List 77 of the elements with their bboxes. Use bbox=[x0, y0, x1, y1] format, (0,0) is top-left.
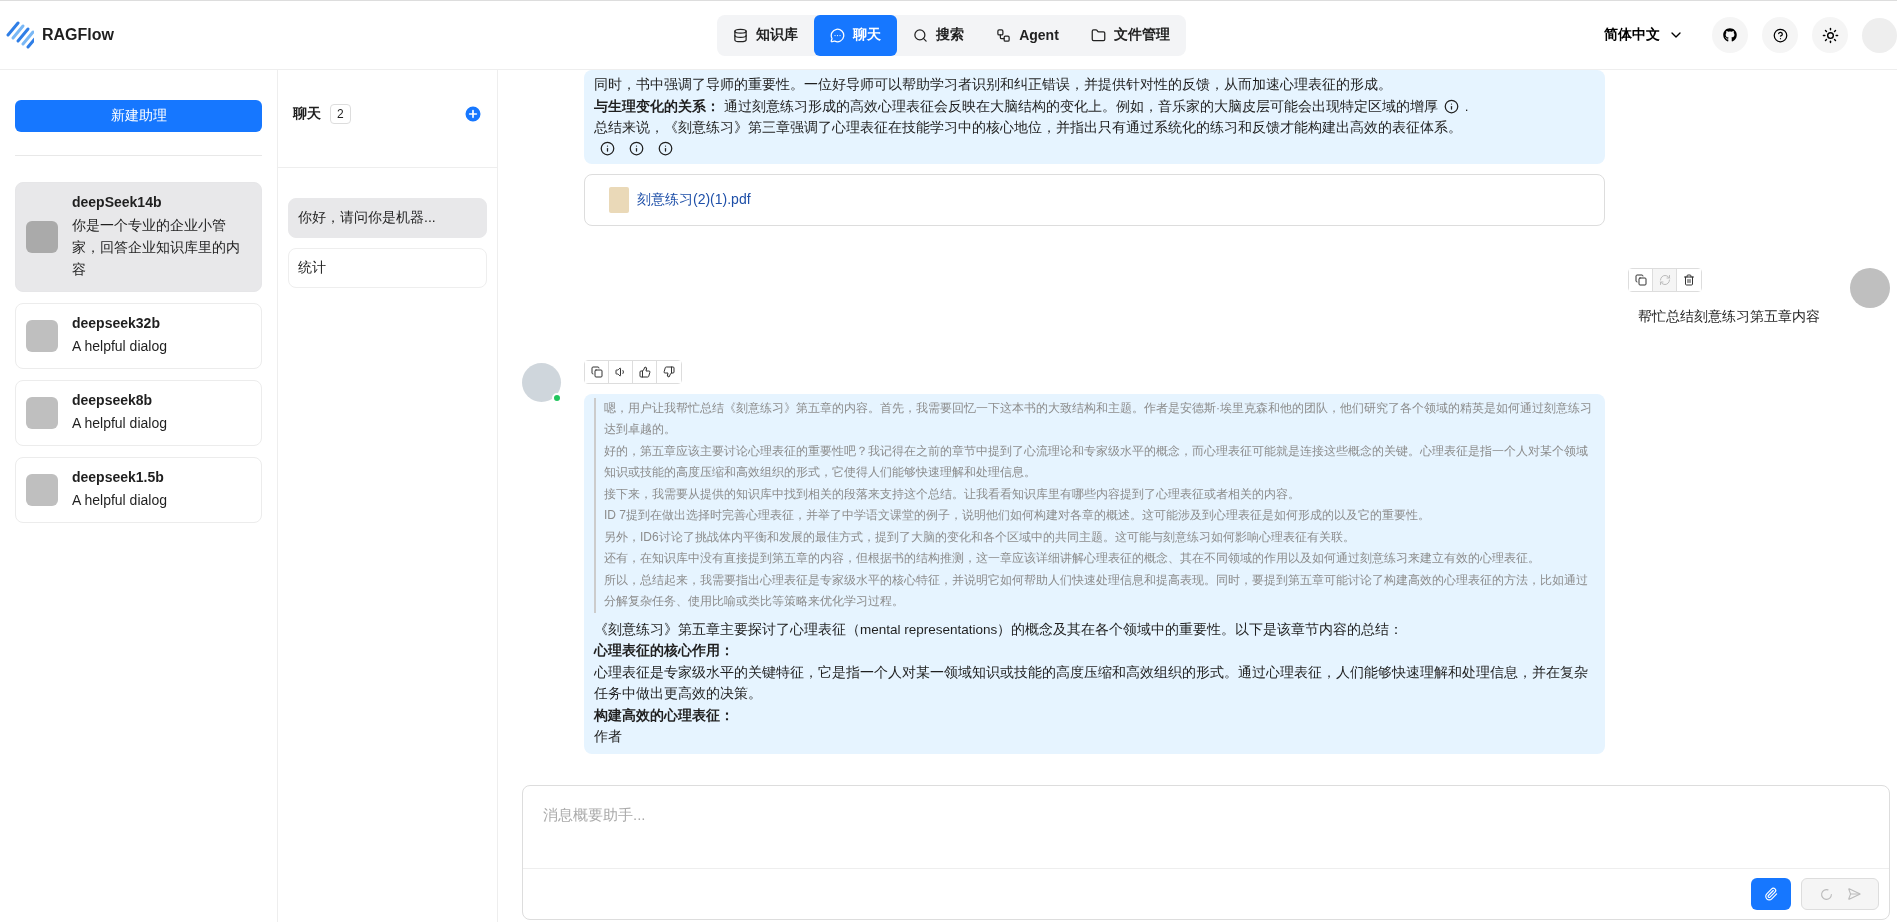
speaker-icon bbox=[614, 365, 627, 378]
app-name: RAGFlow bbox=[42, 26, 114, 44]
copy-icon bbox=[1634, 273, 1647, 286]
message-text: 构建高效的心理表征： bbox=[594, 706, 735, 725]
message-text: 心理表征是专家级水平的关键特征，它是指一个人对某一领域知识或技能的高度压缩和高效组织的形式。通过心理表征，人们能够快速理解和处理信息，并在复杂任务中做出更高效的决策。 bbox=[594, 663, 1589, 703]
theme-button[interactable] bbox=[1812, 17, 1848, 53]
assistant-avatar bbox=[26, 474, 58, 506]
message-text: 总结来说，《刻意练习》第三章强调了心理表征在技能学习中的核心地位，并指出只有通过系统化的练习和反馈才能构建出高效的表征体系。 bbox=[594, 119, 1463, 137]
github-icon bbox=[1723, 28, 1737, 42]
assistant-description: A helpful dialog bbox=[72, 414, 167, 433]
assistant-card[interactable]: deepseek8b A helpful dialog bbox=[15, 380, 262, 446]
assistant-description: 你是一个专业的企业小管家，回答企业知识库里的内容 bbox=[72, 216, 241, 279]
user-avatar bbox=[1850, 267, 1890, 308]
message-text: 与生理变化的关系： 通过刻意练习形成的高效心理表征会反映在大脑结构的变化上。例如，音乐家的大脑皮层可能会出现特定区域的增厚 bbox=[594, 98, 1438, 114]
chat-item[interactable]: 你好，请问你是机器... bbox=[288, 198, 487, 238]
nav-tab[interactable]: 知识库 bbox=[717, 14, 815, 56]
copy-icon bbox=[590, 365, 603, 378]
chats-title: 聊天 bbox=[293, 104, 321, 123]
thinking-text: 还有，在知识库中没有直接提到第五章的内容，但根据书的结构推测，这一章应该详细讲解心理表征的概念、其在不同领域的作用以及如何通过刻意练习来建立有效的心理表征。 bbox=[604, 550, 1541, 567]
thinking-text: 嗯，用户让我帮忙总结《刻意练习》第五章的内容。首先，我需要回忆一下这本书的大致结构和主题。作者是安德斯·埃里克森和他的团队，他们研究了各个领域的精英是如何通过刻意练习达到卓越的。 bbox=[604, 399, 1593, 438]
document-link[interactable]: 刻意练习(2)(1).pdf bbox=[637, 190, 751, 209]
folder-icon bbox=[1090, 27, 1106, 43]
assistant-card[interactable]: deepSeek14b 你是一个专业的企业小管家，回答企业知识库里的内容 bbox=[15, 182, 262, 292]
language-select[interactable]: 简体中文 bbox=[1598, 25, 1690, 45]
assistant-name: deepseek32b bbox=[72, 315, 161, 331]
assistant-avatar bbox=[26, 397, 58, 429]
user-message: 帮忙总结刻意练习第五章内容 bbox=[1637, 307, 1820, 326]
copy-button[interactable] bbox=[1629, 268, 1653, 291]
info-icon[interactable] bbox=[1443, 99, 1459, 115]
nav-tab[interactable]: 搜索 bbox=[897, 14, 981, 56]
message-text: 同时，书中强调了导师的重要性。一位好导师可以帮助学习者识别和纠正错误，并提供针对性的反馈，从而加速心理表征的形成。 bbox=[594, 76, 1393, 94]
nav-tab[interactable]: Agent bbox=[980, 14, 1075, 56]
assistant-description: A helpful dialog bbox=[72, 337, 167, 356]
message-text: 心理表征的核心作用： bbox=[594, 642, 735, 660]
trash-icon bbox=[1683, 273, 1695, 286]
thumbs-up-icon bbox=[638, 365, 651, 378]
nav-tab[interactable]: 聊天 bbox=[814, 14, 898, 56]
send-icon bbox=[1846, 887, 1861, 901]
help-button[interactable] bbox=[1762, 17, 1798, 53]
plus-icon bbox=[463, 103, 483, 124]
assistant-card[interactable]: deepseek32b A helpful dialog bbox=[15, 303, 262, 369]
github-button[interactable] bbox=[1712, 17, 1748, 53]
nav-tab[interactable]: 文件管理 bbox=[1074, 14, 1186, 56]
message-text: 作者 bbox=[594, 728, 623, 746]
message-text: 《刻意练习》第五章主要探讨了心理表征（mental representations）的概念及其在各个领域中的重要性。以下是该章节内容的总结： bbox=[594, 620, 1405, 639]
spinner-icon bbox=[1819, 887, 1833, 901]
sun-icon bbox=[1821, 26, 1839, 44]
chat-count: 2 bbox=[330, 103, 351, 124]
attach-button[interactable] bbox=[1751, 878, 1791, 910]
assistant-avatar bbox=[26, 320, 58, 352]
chat-item[interactable]: 统计 bbox=[288, 248, 487, 288]
assistant-card[interactable]: deepseek1.5b A helpful dialog bbox=[15, 457, 262, 523]
database-icon bbox=[733, 27, 749, 43]
assistant-description: A helpful dialog bbox=[72, 491, 167, 510]
help-icon bbox=[1772, 27, 1788, 43]
message-text: . bbox=[1464, 98, 1469, 114]
thinking-text: 另外，ID6讨论了挑战体内平衡和发展的最佳方式，提到了大脑的变化和各个区域中的共同主题。这可能与刻意练习如何影响心理表征有关联。 bbox=[604, 528, 1356, 546]
thumbs-down-icon bbox=[663, 365, 675, 378]
nodes-icon bbox=[996, 27, 1012, 43]
assistant-avatar bbox=[26, 221, 58, 253]
search-icon bbox=[913, 27, 929, 43]
assistant-name: deepSeek14b bbox=[72, 194, 163, 210]
document-thumbnail bbox=[609, 186, 629, 213]
assistant-name: deepseek1.5b bbox=[72, 469, 165, 485]
thinking-text: 接下来，我需要从提供的知识库中找到相关的段落来支持这个总结。让我看看知识库里有哪些内容提到了心理表征或者相关的内容。 bbox=[604, 485, 1301, 503]
logo-icon bbox=[6, 21, 34, 49]
refresh-icon bbox=[1658, 273, 1671, 286]
add-chat-button[interactable] bbox=[463, 103, 483, 124]
paperclip-icon bbox=[1764, 887, 1778, 901]
thinking-text: 所以，总结起来，我需要指出心理表征是专家级水平的核心特征，并说明它如何帮助人们快速处理信息和提高表现。同时，要提到第五章可能讨论了构建高效的心理表征的方法，比如通过分解复杂任务、使用比喻或类比等策略来优化学习过程。 bbox=[604, 571, 1589, 610]
new-assistant-button[interactable]: 新建助理 bbox=[15, 100, 262, 132]
thinking-text: ID 7提到在做出选择时完善心理表征，并举了中学语文课堂的例子，说明他们如何构建对各章的概述。这可能涉及到心理表征是如何形成的以及它的重要性。 bbox=[604, 507, 1431, 524]
assistant-name: deepseek8b bbox=[72, 392, 154, 408]
copy-button[interactable] bbox=[585, 360, 609, 383]
message-input[interactable]: 消息概要助手... bbox=[522, 785, 1890, 920]
chat-icon bbox=[830, 27, 846, 43]
thinking-text: 好的，第五章应该主要讨论心理表征的重要性吧？我记得在之前的章节中提到了心流理论和专家级水平的概念，而心理表征可能就是连接这些概念的关键。心理表征是指一个人对某个领域知识或技能的高度压缩和高效组织的形式，它使得人们能够快速理解和处理信息。 bbox=[604, 442, 1589, 481]
